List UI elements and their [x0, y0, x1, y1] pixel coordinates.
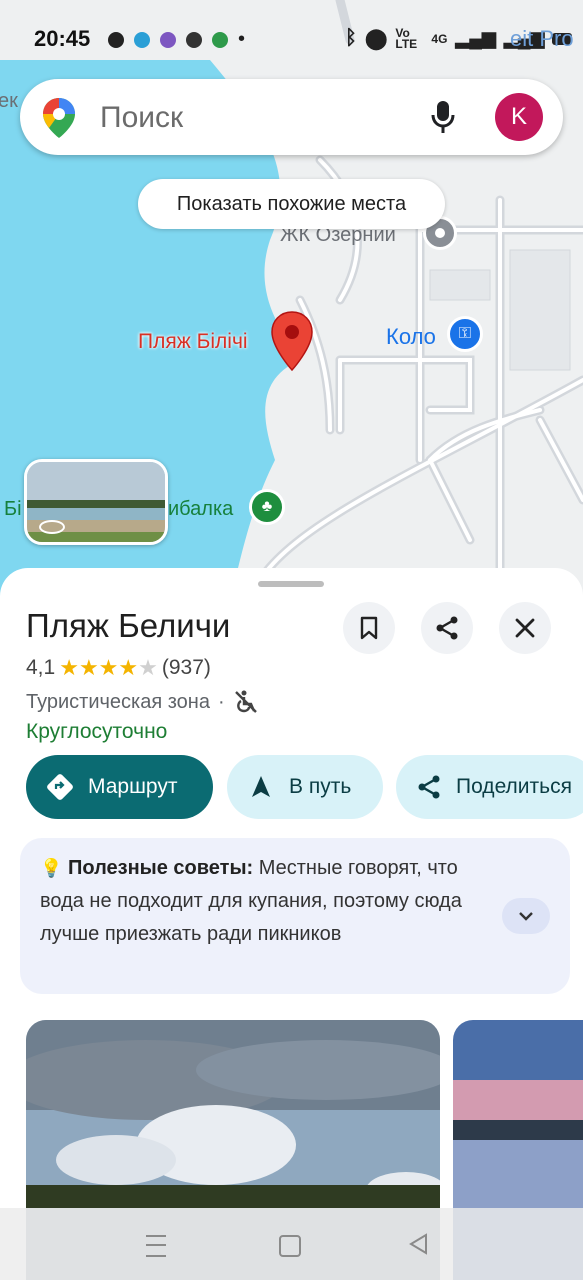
- map-label-pin: Пляж Білічі: [138, 330, 248, 353]
- status-bar: 20:45 • ᛒ ⬤ Vo LTE 4G ▂▄▆ ▂▄▆ eit Pro: [0, 0, 583, 78]
- directions-button[interactable]: Маршрут: [26, 755, 213, 819]
- search-bar[interactable]: Поиск K: [20, 79, 563, 155]
- overlay-text: eit Pro: [510, 26, 574, 51]
- close-icon: [515, 618, 535, 638]
- fishing-marker-icon[interactable]: ♣: [249, 489, 285, 525]
- location-status-icon: ⬤: [365, 28, 388, 50]
- map-label-fishing-right: ибалка: [168, 498, 234, 520]
- place-title: Пляж Беличи: [26, 607, 231, 644]
- account-avatar[interactable]: K: [495, 93, 543, 141]
- notification-icons: •: [108, 28, 245, 51]
- bookmark-icon: [360, 616, 378, 640]
- directions-label: Маршрут: [88, 775, 178, 798]
- star-empty-icon: ★: [138, 655, 158, 680]
- share-icon: [418, 775, 440, 799]
- map-label-fishing-left: Бі: [4, 498, 22, 520]
- useful-tips-card[interactable]: 💡 Полезные советы: Местные говорят, что …: [20, 838, 570, 994]
- navigation-arrow-icon: [252, 776, 270, 797]
- system-navigation-bar: [0, 1208, 583, 1280]
- star-filled-icon: ★: [98, 655, 119, 680]
- shop-marker-icon[interactable]: ⚿: [447, 316, 483, 352]
- share-label: Поделиться: [456, 775, 572, 798]
- search-input[interactable]: Поиск: [100, 101, 183, 135]
- map-label-shop: Коло: [386, 324, 436, 349]
- share-icon-button[interactable]: [421, 602, 473, 654]
- sparkle-bulb-icon: 💡: [40, 858, 63, 878]
- review-count: (937): [161, 656, 211, 679]
- volte-text: Vo LTE: [395, 25, 418, 51]
- category-row: Туристическая зона ·: [26, 689, 259, 715]
- shield-notification-icon: [212, 31, 228, 48]
- place-category: Туристическая зона: [26, 690, 210, 713]
- map-label-edge: ек: [0, 90, 18, 112]
- show-similar-places-chip[interactable]: Показать похожие места: [138, 179, 445, 229]
- rating-stars: ★ ★ ★ ★ ★: [59, 657, 158, 679]
- chat-notification-icon: [108, 31, 124, 48]
- telegram-notification-icon: [134, 31, 150, 48]
- recent-apps-icon[interactable]: [146, 1235, 166, 1257]
- signal-icon-1: ▂▄▆: [455, 28, 496, 48]
- star-filled-icon: ★: [78, 655, 99, 680]
- tips-text: 💡 Полезные советы: Местные говорят, что …: [40, 852, 470, 951]
- viber-notification-icon: [160, 31, 176, 48]
- star-filled-icon: ★: [59, 655, 79, 680]
- not-wheelchair-accessible-icon: [234, 690, 257, 713]
- star-filled-icon: ★: [118, 655, 139, 680]
- rating-row[interactable]: 4,1 ★ ★ ★ ★ ★ (937): [26, 656, 211, 680]
- back-icon[interactable]: [408, 1233, 428, 1260]
- start-navigation-button[interactable]: В путь: [227, 755, 383, 819]
- rotate-360-icon: [39, 520, 65, 534]
- directions-icon: [47, 774, 73, 800]
- chevron-down-icon: [519, 912, 533, 921]
- sheet-drag-handle[interactable]: [258, 581, 324, 587]
- network-type: 4G: [431, 31, 448, 46]
- category-separator: ·: [217, 690, 225, 713]
- home-icon[interactable]: [279, 1235, 301, 1257]
- bluetooth-icon: ᛒ: [345, 27, 357, 49]
- save-button[interactable]: [343, 602, 395, 654]
- app-notification-icon: [186, 31, 202, 48]
- microphone-icon[interactable]: [430, 99, 456, 140]
- street-view-thumbnail[interactable]: [24, 459, 168, 545]
- share-button[interactable]: Поделиться: [396, 755, 583, 819]
- close-button[interactable]: [499, 602, 551, 654]
- more-notifications-icon: •: [238, 28, 246, 50]
- status-time: 20:45: [34, 26, 91, 51]
- maps-logo-icon: [42, 97, 76, 144]
- opening-hours: Круглосуточно: [26, 720, 168, 743]
- expand-tips-button[interactable]: [502, 898, 550, 934]
- start-navigation-label: В путь: [289, 775, 352, 798]
- tips-label: Полезные советы:: [67, 857, 254, 879]
- share-icon: [436, 616, 458, 640]
- rating-value: 4,1: [26, 656, 56, 679]
